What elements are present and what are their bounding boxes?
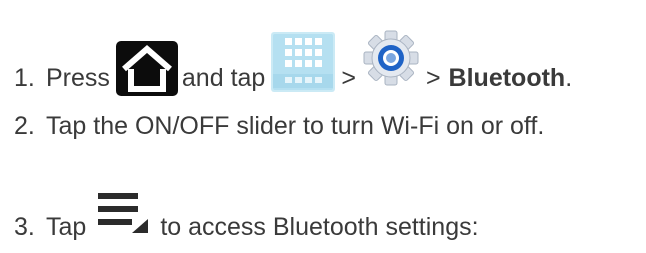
step-text: Tap — [46, 213, 87, 241]
apps-icon — [271, 32, 336, 92]
step-end: . — [565, 64, 573, 92]
separator: > — [425, 64, 441, 92]
step-text: Tap the ON/OFF slider to turn Wi-Fi on o… — [46, 112, 545, 140]
step-text: Press — [46, 64, 110, 92]
menu-icon — [92, 187, 152, 239]
step-number: 2. — [14, 112, 35, 140]
separator: > — [341, 64, 356, 92]
step-text: to access Bluetooth settings: — [160, 213, 479, 241]
step-1: 1. Press and tap > > Bluetooth . — [0, 30, 573, 108]
bluetooth-label: Bluetooth — [448, 64, 566, 92]
home-icon — [115, 40, 178, 96]
step-3: 3. Tap to access Bluetooth settings: — [0, 193, 479, 253]
step-number: 1. — [14, 64, 35, 92]
settings-gear-icon — [362, 29, 420, 87]
step-2: 2. Tap the ON/OFF slider to turn Wi-Fi o… — [0, 111, 544, 141]
step-text: and tap — [181, 64, 266, 92]
step-number: 3. — [14, 213, 35, 241]
